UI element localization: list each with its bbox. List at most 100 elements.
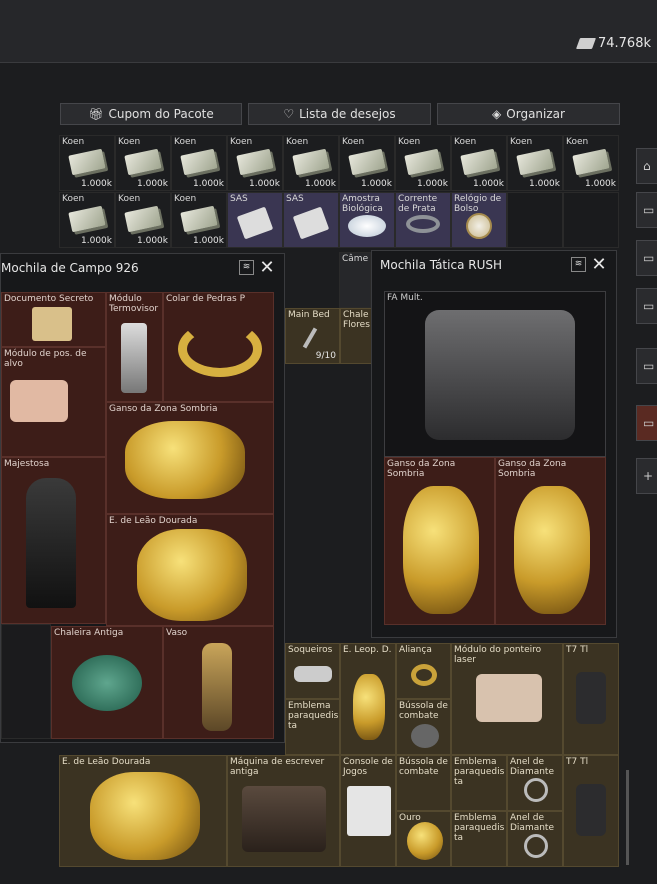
stash-item[interactable]: Anel de Diamante xyxy=(507,755,563,811)
scrollbar[interactable] xyxy=(626,770,629,865)
stash-item[interactable]: Amostra Biológica xyxy=(339,192,395,248)
item-label: Aliança xyxy=(399,645,432,655)
backpack-item[interactable]: Colar de Pedras P xyxy=(163,292,274,402)
backpack-item[interactable]: Ganso da Zona Sombria xyxy=(106,402,274,514)
money-icon xyxy=(292,148,330,176)
backpack-window-rush: Mochila Tática RUSH ≋ ✕ FA Mult. Ganso d… xyxy=(371,250,617,638)
stash-item[interactable]: Koen 1.000k xyxy=(115,192,171,248)
stash-item[interactable]: Bússola de combate xyxy=(396,755,451,811)
close-icon[interactable]: ✕ xyxy=(590,256,608,274)
stash-item[interactable]: Koen 1.000k xyxy=(507,135,563,191)
ring-icon xyxy=(411,664,437,686)
backpack-item[interactable]: Vaso xyxy=(163,626,274,739)
backpack-item[interactable]: Módulo de pos. de alvo xyxy=(1,347,106,457)
stash-empty-slot[interactable] xyxy=(563,192,619,248)
stash-item[interactable]: Máquina de escrever antiga xyxy=(227,755,340,867)
item-label: Amostra Biológica xyxy=(342,194,383,214)
item-label: Anel de Diamante xyxy=(510,813,554,833)
tab-icon: ▭ xyxy=(643,416,655,430)
close-icon[interactable]: ✕ xyxy=(258,259,276,277)
stash-item[interactable]: E. Leop. D. xyxy=(340,643,396,755)
item-label: Colar de Pedras P xyxy=(166,294,246,304)
stash-item[interactable]: T7 Tl xyxy=(563,755,619,867)
stash-item[interactable]: Ouro xyxy=(396,811,451,867)
rail-home-button[interactable]: ⌂ xyxy=(636,148,657,184)
stash-item-main-bed[interactable]: Main Bed 9/10 xyxy=(285,308,340,364)
key-icon xyxy=(302,327,318,349)
window-title: Mochila de Campo 926 xyxy=(1,261,139,275)
stash-item[interactable]: Anel de Diamante xyxy=(507,811,563,867)
stash-item[interactable]: Koen 1.000k xyxy=(283,135,339,191)
backpack-item[interactable]: Majestosa xyxy=(1,457,106,624)
stash-item[interactable]: Koen 1.000k xyxy=(171,135,227,191)
stash-item[interactable]: SAS xyxy=(227,192,283,248)
backpack-item[interactable]: Chaleira Antiga xyxy=(51,626,163,739)
rail-tab-3[interactable]: ▭ xyxy=(636,288,657,324)
sort-icon[interactable]: ≋ xyxy=(571,257,586,272)
stash-item[interactable]: Koen 1.000k xyxy=(59,135,115,191)
money-icon xyxy=(180,205,218,233)
stash-item[interactable]: Emblema paraquedis ta xyxy=(285,699,340,755)
item-label: Chaleira Antiga xyxy=(54,628,124,638)
stash-item[interactable]: Corrente de Prata xyxy=(395,192,451,248)
backpack-item[interactable]: E. de Leão Dourada xyxy=(106,514,274,626)
stash-item[interactable]: Soqueiros xyxy=(285,643,340,699)
rail-tab-1[interactable]: ▭ xyxy=(636,192,657,228)
stash-item[interactable]: Aliança xyxy=(396,643,451,699)
item-count: 1.000k xyxy=(417,179,448,189)
stash-item[interactable]: Emblema paraquedis ta xyxy=(451,811,507,867)
stash-item[interactable]: Relógio de Bolso xyxy=(451,192,507,248)
backpack-empty-slot[interactable] xyxy=(1,624,51,739)
currency-amount: 74.768k xyxy=(597,36,651,51)
gold-goose-icon xyxy=(125,421,245,499)
rail-tab-4[interactable]: ▭ xyxy=(636,348,657,384)
money-icon xyxy=(404,148,442,176)
stash-item-chaleira[interactable]: Chale Flores xyxy=(340,308,372,364)
stash-item-camera[interactable]: Câme xyxy=(339,252,371,308)
rail-tab-2[interactable]: ▭ xyxy=(636,240,657,276)
stash-item[interactable]: Koen 1.000k xyxy=(171,192,227,248)
organize-button[interactable]: ◈ Organizar xyxy=(437,103,620,125)
stash-item[interactable]: Koen 1.000k xyxy=(227,135,283,191)
item-count: 1.000k xyxy=(137,179,168,189)
stash-empty-slot[interactable] xyxy=(507,192,563,248)
stash-item[interactable]: Koen 1.000k xyxy=(395,135,451,191)
stash-item[interactable]: Console de Jogos xyxy=(340,755,396,867)
item-count: 1.000k xyxy=(193,179,224,189)
stash-item[interactable]: T7 Tl xyxy=(563,643,619,755)
backpack-item[interactable]: Módulo Termovisor xyxy=(106,292,163,402)
game-console-icon xyxy=(347,786,391,836)
money-icon xyxy=(124,148,162,176)
wishlist-button[interactable]: ♡ Lista de desejos xyxy=(248,103,431,125)
stash-item[interactable]: SAS xyxy=(283,192,339,248)
gold-goose-icon xyxy=(514,486,590,614)
item-label: Bússola de combate xyxy=(399,757,448,777)
backpack-item[interactable]: Ganso da Zona Sombria xyxy=(495,457,606,625)
rail-tab-5[interactable]: ▭ xyxy=(636,405,657,441)
sort-icon[interactable]: ≋ xyxy=(239,260,254,275)
stash-item[interactable]: Bússola de combate xyxy=(396,699,451,755)
item-label: E. de Leão Dourada xyxy=(109,516,198,526)
stash-item[interactable]: Emblema paraquedis ta xyxy=(451,755,507,811)
pocket-watch-icon xyxy=(466,213,492,239)
coupon-button-label: Cupom do Pacote xyxy=(108,107,214,121)
coupon-button[interactable]: 🎁︎ Cupom do Pacote xyxy=(60,103,242,125)
gold-coin-icon xyxy=(407,822,443,860)
bag-icon xyxy=(236,206,274,240)
stash-item[interactable]: Koen 1.000k xyxy=(563,135,619,191)
stash-item[interactable]: Koen 1.000k xyxy=(59,192,115,248)
stash-item[interactable]: E. de Leão Dourada xyxy=(59,755,227,867)
stash-item[interactable]: Módulo do ponteiro laser xyxy=(451,643,563,755)
backpack-item[interactable]: Documento Secreto xyxy=(1,292,106,347)
stash-item[interactable]: Koen 1.000k xyxy=(339,135,395,191)
tab-icon: ▭ xyxy=(643,359,655,373)
stash-item[interactable]: Koen 1.000k xyxy=(115,135,171,191)
backpack-item[interactable]: FA Mult. xyxy=(384,291,606,457)
item-label: Relógio de Bolso xyxy=(454,194,502,214)
rail-add-button[interactable]: + xyxy=(636,458,657,494)
diamond-ring-icon xyxy=(524,834,548,858)
backpack-item[interactable]: Ganso da Zona Sombria xyxy=(384,457,495,625)
stash-item[interactable]: Koen 1.000k xyxy=(451,135,507,191)
item-count: 9/10 xyxy=(315,351,336,361)
money-icon xyxy=(68,148,106,176)
